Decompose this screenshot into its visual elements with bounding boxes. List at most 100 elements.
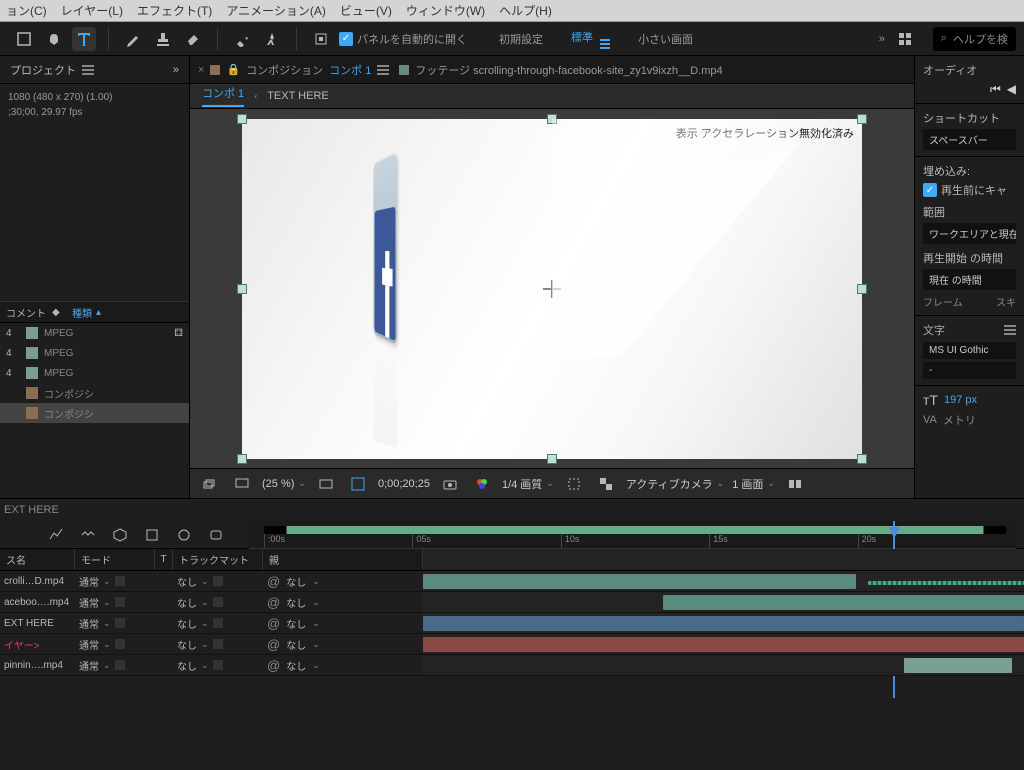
col-trackmatte[interactable]: トラックマット bbox=[173, 549, 263, 570]
handle-ml[interactable] bbox=[237, 284, 247, 294]
handle-bm[interactable] bbox=[547, 454, 557, 464]
layer-row[interactable]: crolli…D.mp4 通常⌄ なし⌄ @なし⌄ bbox=[0, 571, 423, 592]
project-item[interactable]: コンポジシ bbox=[0, 403, 189, 423]
layer-row[interactable]: aceboo….mp4 通常⌄ なし⌄ @なし⌄ bbox=[0, 592, 423, 613]
lock-icon[interactable]: 🔒 bbox=[226, 63, 240, 76]
menu-anim[interactable]: アニメーション(A) bbox=[226, 2, 326, 19]
font-size[interactable]: 197 px bbox=[944, 394, 977, 406]
pen-tool[interactable] bbox=[121, 27, 145, 51]
project-item[interactable]: コンポジシ bbox=[0, 383, 189, 403]
snap-icon[interactable] bbox=[309, 27, 333, 51]
more-icon[interactable]: » bbox=[173, 64, 179, 76]
panel-menu-icon[interactable] bbox=[1004, 325, 1016, 335]
view-options-icon[interactable] bbox=[783, 472, 807, 496]
frame-blend-icon[interactable] bbox=[140, 523, 164, 547]
font-family[interactable]: MS UI Gothic bbox=[923, 342, 1016, 359]
menu-help[interactable]: ヘルプ(H) bbox=[499, 2, 552, 19]
region-icon[interactable] bbox=[562, 472, 586, 496]
help-search[interactable]: ⌕ ヘルプを検 bbox=[933, 27, 1016, 51]
channels-icon[interactable] bbox=[470, 472, 494, 496]
handle-br[interactable] bbox=[857, 454, 867, 464]
font-style[interactable]: - bbox=[923, 362, 1016, 379]
panel-menu-icon[interactable] bbox=[377, 65, 389, 75]
layer-track[interactable] bbox=[423, 655, 1024, 676]
project-item[interactable]: 4MPEG bbox=[0, 363, 189, 383]
layer-bar[interactable] bbox=[423, 574, 856, 589]
layer-row[interactable]: イヤー> 通常⌄ なし⌄ @なし⌄ bbox=[0, 634, 423, 655]
menu-effect[interactable]: エフェクト(T) bbox=[137, 2, 212, 19]
auto-open-panel-toggle[interactable]: ✓ パネルを自動的に開く bbox=[339, 31, 467, 47]
col-kind[interactable]: 種類 ▴ bbox=[72, 305, 101, 320]
handle-bl[interactable] bbox=[237, 454, 247, 464]
tracking-value[interactable]: メトリ bbox=[943, 412, 976, 428]
col-comment[interactable]: コメント bbox=[6, 305, 46, 320]
handle-tl[interactable] bbox=[237, 114, 247, 124]
layer-track[interactable] bbox=[423, 571, 1024, 592]
magnify-icon[interactable] bbox=[198, 472, 222, 496]
workspace-small[interactable]: 小さい画面 bbox=[638, 31, 693, 47]
grid-icon[interactable] bbox=[893, 27, 917, 51]
motion-blur-icon[interactable] bbox=[172, 523, 196, 547]
comp-viewer[interactable]: 表示 アクセラレーション無効化済み bbox=[190, 109, 914, 468]
menu-layer[interactable]: レイヤー(L) bbox=[61, 2, 123, 19]
monitor-icon[interactable] bbox=[230, 472, 254, 496]
comp-tab[interactable]: × 🔒 コンポジション コンポ 1 bbox=[198, 62, 389, 78]
layer-track[interactable] bbox=[423, 634, 1024, 655]
pickwhip-icon[interactable]: @ bbox=[267, 658, 280, 673]
box-icon[interactable] bbox=[108, 523, 132, 547]
first-frame-icon[interactable]: ⏮ bbox=[990, 82, 1001, 97]
layer-bar[interactable] bbox=[423, 637, 1024, 652]
handle-mr[interactable] bbox=[857, 284, 867, 294]
cache-checkbox[interactable]: ✓ bbox=[923, 183, 937, 197]
more-icon[interactable]: » bbox=[879, 33, 885, 45]
flowchart-icon[interactable]: ⚃ bbox=[174, 328, 183, 339]
breadcrumb-current[interactable]: コンポ 1 bbox=[202, 85, 244, 107]
timeline-tab[interactable]: EXT HERE bbox=[4, 504, 59, 516]
prev-frame-icon[interactable]: ◀ bbox=[1007, 82, 1016, 97]
roto-tool[interactable] bbox=[230, 27, 254, 51]
range-value[interactable]: ワークエリアと現在 bbox=[923, 223, 1016, 244]
col-t[interactable]: T bbox=[155, 549, 173, 570]
comp-tab-link[interactable]: コンポ 1 bbox=[329, 62, 371, 78]
menu-view[interactable]: ビュー(V) bbox=[340, 2, 392, 19]
layer-track[interactable] bbox=[423, 613, 1024, 634]
shortcut-value[interactable]: スペースバー bbox=[923, 129, 1016, 150]
transparency-icon[interactable] bbox=[594, 472, 618, 496]
layer-row[interactable]: pinnin….mp4 通常⌄ なし⌄ @なし⌄ bbox=[0, 655, 423, 676]
layer-track[interactable] bbox=[423, 592, 1024, 613]
stamp-tool[interactable] bbox=[151, 27, 175, 51]
layer-bar[interactable] bbox=[663, 595, 1024, 610]
workspace-standard[interactable]: 標準 bbox=[571, 29, 610, 49]
workspace-default[interactable]: 初期設定 bbox=[499, 31, 543, 47]
close-icon[interactable]: × bbox=[198, 64, 204, 76]
quality-select[interactable]: 1/4 画質⌄ bbox=[502, 476, 554, 492]
pickwhip-icon[interactable]: @ bbox=[267, 574, 280, 589]
selection-tool[interactable] bbox=[12, 27, 36, 51]
views-select[interactable]: 1 画面⌄ bbox=[732, 476, 775, 492]
pickwhip-icon[interactable]: @ bbox=[267, 616, 280, 631]
handle-tr[interactable] bbox=[857, 114, 867, 124]
col-mode[interactable]: モード bbox=[75, 549, 155, 570]
camera-select[interactable]: アクティブカメラ⌄ bbox=[626, 476, 724, 492]
menu-comp[interactable]: ョン(C) bbox=[6, 2, 47, 19]
chevron-left-icon[interactable]: ‹ bbox=[254, 91, 257, 101]
layer-row[interactable]: EXT HERE 通常⌄ なし⌄ @なし⌄ bbox=[0, 613, 423, 634]
menu-window[interactable]: ウィンドウ(W) bbox=[406, 2, 485, 19]
col-parent[interactable]: 親 bbox=[263, 549, 423, 570]
project-item[interactable]: 4MPEG bbox=[0, 343, 189, 363]
mask-icon[interactable] bbox=[346, 472, 370, 496]
zoom-select[interactable]: (25 %)⌄ bbox=[262, 478, 306, 490]
graph-icon[interactable] bbox=[44, 523, 68, 547]
layer-bar[interactable] bbox=[868, 581, 1024, 585]
time-ruler[interactable]: :00s05s10s15s20s bbox=[249, 521, 1016, 549]
footage-tab[interactable]: フッテージ scrolling-through-facebook-site_zy… bbox=[399, 62, 722, 78]
hand-tool[interactable] bbox=[42, 27, 66, 51]
snapshot-icon[interactable] bbox=[438, 472, 462, 496]
playstart-value[interactable]: 現在 の時間 bbox=[923, 269, 1016, 290]
timecode[interactable]: 0;00;20;25 bbox=[378, 478, 430, 490]
eraser-tool[interactable] bbox=[181, 27, 205, 51]
layer-bar[interactable] bbox=[904, 658, 1012, 673]
canvas[interactable]: 表示 アクセラレーション無効化済み bbox=[242, 119, 862, 459]
type-tool[interactable] bbox=[72, 27, 96, 51]
handle-tm[interactable] bbox=[547, 114, 557, 124]
